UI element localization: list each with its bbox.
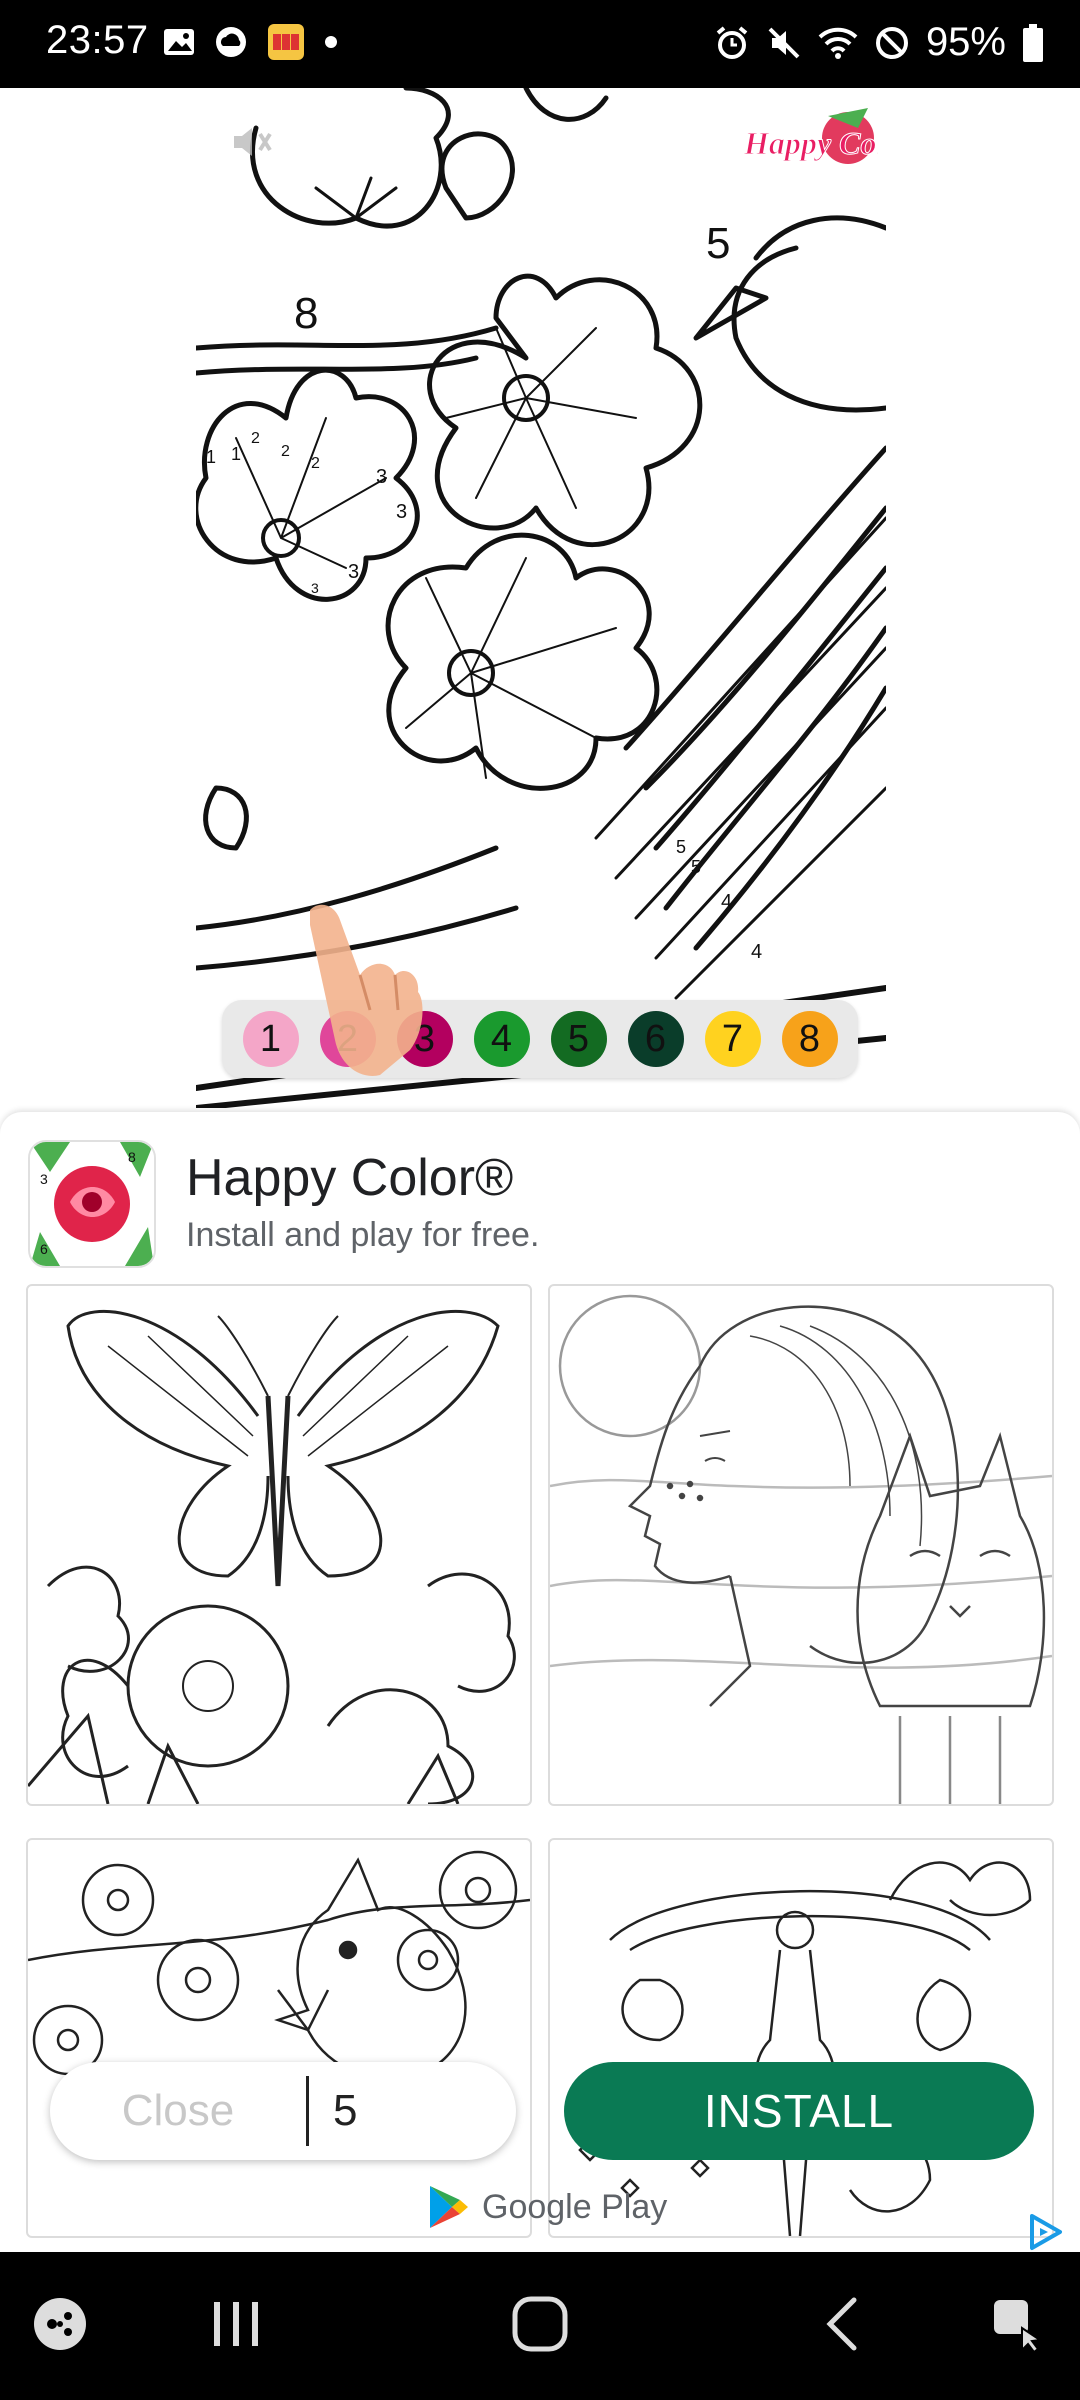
recents-icon[interactable] bbox=[208, 2294, 264, 2354]
preview-thumbnail-lantern[interactable] bbox=[548, 1838, 1054, 2238]
status-time: 23:57 bbox=[46, 18, 149, 62]
close-countdown-button[interactable]: Close 5 bbox=[50, 2062, 516, 2160]
region-number: 3 bbox=[348, 561, 359, 583]
region-number: 5 bbox=[691, 857, 701, 877]
wifi-icon bbox=[818, 27, 858, 59]
app-title[interactable]: Happy Color® bbox=[186, 1148, 513, 1208]
game-icon bbox=[268, 24, 304, 60]
close-countdown: 5 bbox=[333, 2086, 358, 2135]
navigation-bar bbox=[0, 2252, 1080, 2400]
preview-thumbnail-butterfly[interactable] bbox=[26, 1284, 532, 1806]
region-number: 5 bbox=[676, 837, 686, 857]
svg-text:6: 6 bbox=[40, 1241, 48, 1257]
swatch-label: 5 bbox=[567, 1017, 590, 1060]
app-subtitle: Install and play for free. bbox=[186, 1216, 540, 1254]
preview-thumbnail-woman-cat[interactable] bbox=[548, 1284, 1054, 1806]
battery-percent: 95% bbox=[925, 20, 1006, 64]
tutorial-hand-icon bbox=[310, 904, 423, 1076]
accessibility-icon[interactable] bbox=[988, 2294, 1048, 2354]
cloud-icon bbox=[216, 27, 246, 57]
region-number: 2 bbox=[281, 443, 290, 460]
home-icon[interactable] bbox=[510, 2294, 570, 2354]
dot-icon bbox=[325, 36, 337, 48]
ad-panel: 3 8 6 Happy Color® Install and play for … bbox=[0, 1112, 1080, 2252]
google-play-label: Google Play bbox=[482, 2187, 668, 2226]
mute-icon bbox=[768, 27, 800, 58]
palette-swatch-1[interactable]: 1 bbox=[242, 1011, 299, 1067]
region-number: 8 bbox=[294, 289, 318, 338]
screen: 23:57 95% 8 5 1 1 2 2 2 3 3 3 3 5 5 4 4 … bbox=[0, 0, 1080, 2400]
swatch-label: 4 bbox=[490, 1017, 513, 1060]
status-bar: 23:57 95% bbox=[0, 0, 1080, 88]
region-number: 2 bbox=[311, 455, 320, 472]
region-number: 3 bbox=[396, 501, 407, 523]
palette-swatch-4[interactable]: 4 bbox=[473, 1011, 530, 1067]
install-button[interactable]: INSTALL bbox=[564, 2062, 1034, 2160]
region-number: 1 bbox=[231, 444, 241, 464]
close-label[interactable]: Close bbox=[50, 2086, 306, 2136]
svg-text:3: 3 bbox=[40, 1171, 48, 1187]
region-number: 2 bbox=[251, 430, 260, 447]
swatch-label: 8 bbox=[798, 1017, 821, 1060]
ad-choices-icon[interactable] bbox=[1026, 2212, 1066, 2252]
region-number: 3 bbox=[376, 466, 387, 488]
palette-swatch-5[interactable]: 5 bbox=[550, 1011, 607, 1067]
gallery-icon bbox=[164, 29, 194, 55]
region-number: 4 bbox=[751, 941, 762, 963]
alarm-icon bbox=[716, 25, 748, 59]
region-number: 5 bbox=[706, 219, 730, 268]
battery-icon bbox=[1023, 23, 1043, 62]
palette-swatch-6[interactable]: 6 bbox=[627, 1011, 684, 1067]
do-not-disturb-icon bbox=[875, 26, 908, 59]
preview-thumbnail-bird[interactable] bbox=[26, 1838, 532, 2238]
swatch-label: 1 bbox=[259, 1017, 282, 1060]
region-number: 1 bbox=[206, 447, 216, 467]
region-number: 3 bbox=[311, 580, 319, 596]
region-number: 4 bbox=[721, 891, 732, 913]
close-divider bbox=[306, 2076, 309, 2146]
google-play-icon bbox=[430, 2186, 468, 2228]
back-icon[interactable] bbox=[822, 2294, 862, 2354]
status-notification-icons bbox=[162, 22, 338, 62]
google-play-brand: Google Play bbox=[428, 2184, 667, 2230]
app-icon[interactable]: 3 8 6 bbox=[28, 1140, 156, 1268]
status-system-icons: 95% bbox=[714, 20, 1044, 65]
palette-swatch-8[interactable]: 8 bbox=[781, 1011, 838, 1067]
palette-swatch-7[interactable]: 7 bbox=[704, 1011, 761, 1067]
svg-text:8: 8 bbox=[128, 1149, 136, 1165]
swatch-label: 6 bbox=[644, 1017, 667, 1060]
swatch-label: 7 bbox=[721, 1017, 744, 1060]
game-launcher-icon[interactable] bbox=[30, 2294, 90, 2354]
sound-off-icon[interactable] bbox=[226, 118, 274, 166]
badge-text: Happy Color bbox=[743, 125, 878, 161]
happy-color-logo: Happy Color bbox=[738, 98, 886, 213]
